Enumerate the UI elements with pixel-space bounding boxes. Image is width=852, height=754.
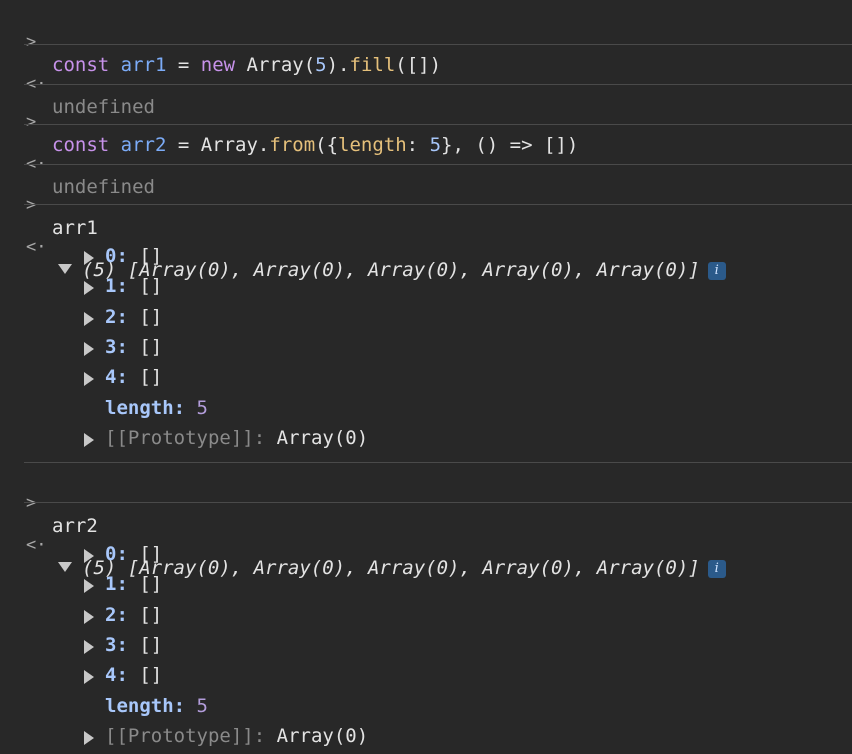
expand-triangle-icon[interactable] — [84, 281, 94, 295]
array-item[interactable]: 3: [] — [105, 336, 852, 358]
array-item[interactable]: 1: [] — [105, 573, 852, 595]
divider — [24, 204, 852, 205]
collapse-triangle-icon[interactable] — [58, 264, 72, 274]
console-input-row[interactable]: > arr2 — [0, 471, 852, 537]
array-prototype[interactable]: [[Prototype]]: Array(0) — [105, 427, 852, 449]
console-input-row[interactable]: > arr1 — [0, 173, 852, 239]
array-prototype[interactable]: [[Prototype]]: Array(0) — [105, 725, 852, 747]
expand-triangle-icon[interactable] — [84, 731, 94, 745]
divider — [24, 84, 852, 85]
expand-triangle-icon[interactable] — [84, 640, 94, 654]
console-output-row: <· undefined — [0, 132, 852, 198]
expand-triangle-icon[interactable] — [84, 579, 94, 593]
input-prompt-icon: > — [26, 112, 37, 132]
array-item[interactable]: 1: [] — [105, 275, 852, 297]
devtools-console: > const arr1 = new Array(5).fill([]) <· … — [0, 0, 852, 754]
array-item[interactable]: 3: [] — [105, 634, 852, 656]
input-prompt-icon: > — [26, 195, 37, 215]
divider — [24, 44, 852, 45]
array-item[interactable]: 2: [] — [105, 306, 852, 328]
expand-triangle-icon[interactable] — [84, 251, 94, 265]
console-input-row[interactable]: > const arr1 = new Array(5).fill([]) — [0, 10, 852, 76]
output-prompt-icon: <· — [26, 237, 47, 257]
array-item[interactable]: 4: [] — [105, 366, 852, 388]
array-item[interactable]: 2: [] — [105, 604, 852, 626]
divider — [24, 164, 852, 165]
divider — [24, 124, 852, 125]
array-item[interactable]: 0: [] — [105, 245, 852, 267]
divider — [24, 462, 852, 463]
expand-triangle-icon[interactable] — [84, 670, 94, 684]
expand-triangle-icon[interactable] — [84, 433, 94, 447]
console-input-row[interactable]: > const arr2 = Array.from({length: 5}, (… — [0, 90, 852, 156]
collapse-triangle-icon[interactable] — [58, 562, 72, 572]
expand-triangle-icon[interactable] — [84, 549, 94, 563]
input-prompt-icon: > — [26, 493, 37, 513]
expand-triangle-icon[interactable] — [84, 312, 94, 326]
expand-triangle-icon[interactable] — [84, 372, 94, 386]
output-prompt-icon: <· — [26, 535, 47, 555]
array-item[interactable]: 4: [] — [105, 664, 852, 686]
expand-triangle-icon[interactable] — [84, 342, 94, 356]
array-summary-row[interactable]: <· (5) [Array(0), Array(0), Array(0), Ar… — [0, 215, 852, 281]
array-item[interactable]: 0: [] — [105, 543, 852, 565]
array-summary-row[interactable]: <· (5) [Array(0), Array(0), Array(0), Ar… — [0, 513, 852, 579]
divider — [24, 502, 852, 503]
array-length: length: 5 — [105, 695, 208, 717]
input-prompt-icon: > — [26, 32, 37, 52]
console-output-row: <· undefined — [0, 52, 852, 118]
array-length: length: 5 — [105, 397, 208, 419]
expand-triangle-icon[interactable] — [84, 610, 94, 624]
